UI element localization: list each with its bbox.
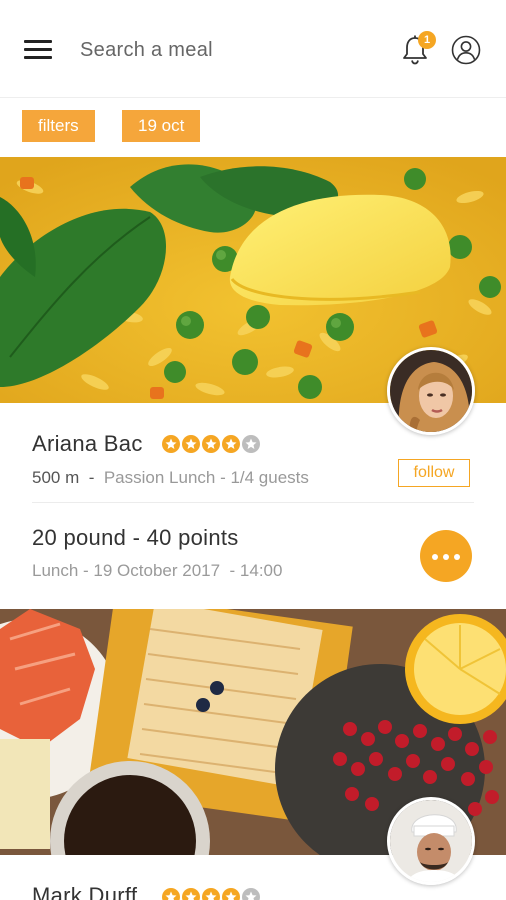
- star-filled-icon: [202, 435, 220, 453]
- card-divider: [32, 502, 474, 503]
- host-avatar[interactable]: [387, 797, 475, 885]
- meal-card[interactable]: Mark Durff: [0, 609, 506, 900]
- follow-button[interactable]: follow: [398, 459, 470, 487]
- meal-schedule: Lunch - 19 October 2017 - 14:00: [32, 561, 282, 581]
- user-profile-icon[interactable]: [451, 35, 481, 65]
- notification-badge: 1: [418, 31, 436, 49]
- meal-time: - 14:00: [229, 561, 283, 580]
- star-filled-icon: [202, 888, 220, 900]
- host-avatar[interactable]: [387, 347, 475, 435]
- meta-separator: -: [88, 468, 95, 487]
- date-filter-button[interactable]: 19 oct: [122, 110, 201, 142]
- meal-date: Lunch - 19 October 2017: [32, 561, 221, 580]
- host-rating: [162, 888, 262, 900]
- distance: 500 m: [32, 468, 80, 487]
- host-name[interactable]: Mark Durff: [32, 883, 137, 900]
- meal-price: 20 pound - 40 points: [32, 525, 239, 550]
- more-options-button[interactable]: [420, 530, 472, 582]
- host-name[interactable]: Ariana Bac: [32, 431, 143, 457]
- star-filled-icon: [162, 888, 180, 900]
- star-filled-icon: [182, 435, 200, 453]
- star-filled-icon: [182, 888, 200, 900]
- filters-button[interactable]: filters: [22, 110, 95, 142]
- star-empty-icon: [242, 888, 260, 900]
- meal-card[interactable]: Ariana Bac 500 m - Passion Lunch - 1/4 g…: [0, 157, 506, 582]
- star-filled-icon: [222, 435, 240, 453]
- search-input[interactable]: [80, 32, 370, 68]
- event-info: Passion Lunch - 1/4 guests: [103, 468, 309, 487]
- star-empty-icon: [242, 435, 260, 453]
- host-rating: [162, 435, 262, 453]
- star-filled-icon: [222, 888, 240, 900]
- top-bar: 1: [0, 0, 506, 98]
- menu-icon[interactable]: [24, 38, 54, 62]
- star-filled-icon: [162, 435, 180, 453]
- meal-meta: 500 m - Passion Lunch - 1/4 guests: [32, 468, 309, 488]
